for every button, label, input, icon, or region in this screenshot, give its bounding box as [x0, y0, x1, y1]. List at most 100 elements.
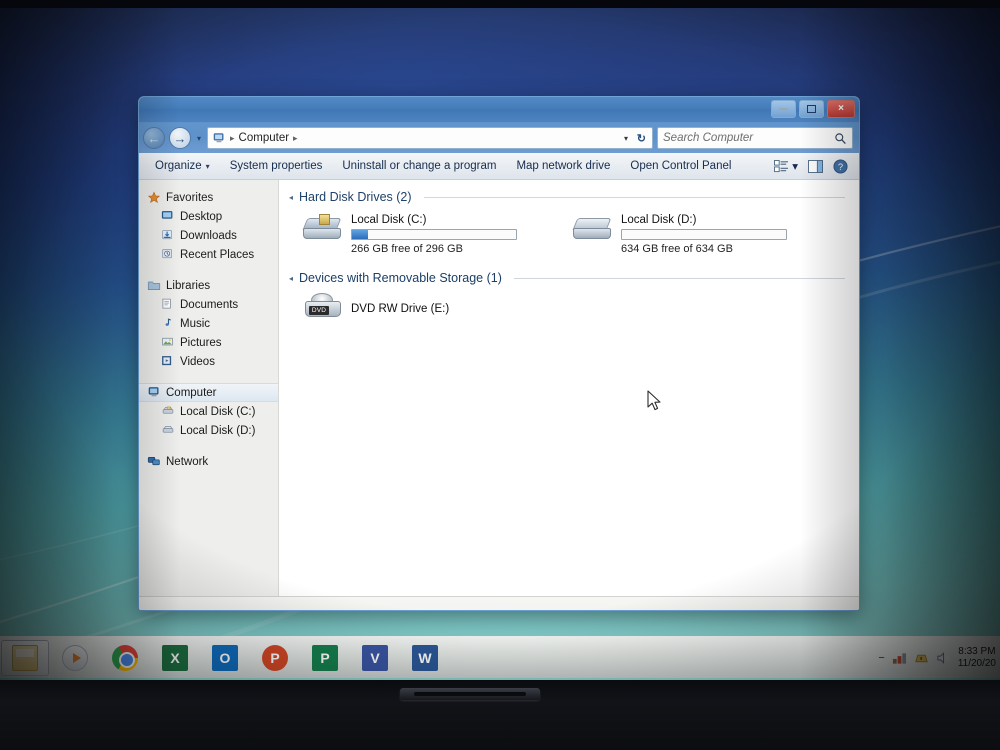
taskbar-item-google-chrome[interactable]	[101, 640, 149, 676]
sidebar-item-videos[interactable]: Videos	[139, 352, 278, 371]
preview-pane-icon	[808, 159, 823, 173]
sidebar-item-music[interactable]: Music	[139, 314, 278, 333]
drive-usage-c: 266 GB free of 296 GB	[351, 243, 463, 255]
taskbar-item-visio[interactable]: V	[351, 640, 399, 676]
sidebar-item-local-disk-c[interactable]: Local Disk (C:)	[139, 402, 278, 421]
sidebar-label-documents: Documents	[180, 298, 239, 311]
arrow-cursor	[647, 390, 661, 411]
group-header-hard-disk-drives[interactable]: ◂ Hard Disk Drives (2)	[289, 190, 845, 204]
organize-button[interactable]: Organize ▾	[145, 157, 220, 175]
status-text-block: THIS-PC Workgroup: WORKGROUP Memory: 4.0…	[197, 610, 509, 612]
sidebar-label-recent-places: Recent Places	[180, 248, 255, 261]
documents-icon	[161, 298, 175, 311]
chevron-down-icon: ▾	[205, 162, 210, 171]
content-pane[interactable]: ◂ Hard Disk Drives (2) Local Disk (C:) 2…	[279, 180, 859, 596]
file-explorer-window[interactable]: × ← → ▾ ▸ Computer ▸ ▾ ↻ Search Computer…	[138, 96, 860, 611]
action-center-icon[interactable]	[914, 651, 929, 665]
taskbar[interactable]: X O P P V W − 8:33 PM 11/20/20	[0, 636, 1000, 678]
device-item-dvd-rw-drive[interactable]: DVD DVD RW Drive (E:)	[289, 287, 845, 325]
show-hidden-icons-button[interactable]: −	[878, 652, 884, 664]
taskbar-item-file-explorer[interactable]	[1, 639, 49, 676]
search-placeholder: Search Computer	[663, 132, 754, 144]
search-box[interactable]: Search Computer	[657, 127, 853, 149]
sidebar-item-documents[interactable]: Documents	[139, 295, 278, 314]
hard-drive-icon-d	[161, 424, 175, 437]
navigation-pane[interactable]: Favorites Desktop Downloads Recent Place…	[139, 180, 279, 596]
taskbar-item-excel[interactable]: X	[151, 640, 199, 676]
drive-item-local-disk-c[interactable]: Local Disk (C:) 266 GB free of 296 GB	[302, 214, 553, 255]
capacity-bar-fill-c	[352, 230, 369, 239]
computer-monitor-icon	[151, 611, 185, 612]
map-network-drive-button[interactable]: Map network drive	[506, 157, 620, 175]
sidebar-item-computer[interactable]: Computer	[139, 383, 278, 402]
sidebar-label-pictures: Pictures	[180, 336, 222, 349]
collapse-triangle-icon-hdd[interactable]: ◂	[289, 193, 293, 202]
sidebar-group-libraries[interactable]: Libraries	[139, 276, 278, 295]
refresh-icon[interactable]: ↻	[637, 132, 646, 145]
breadcrumb-computer[interactable]: Computer	[239, 132, 290, 144]
outlook-icon: O	[212, 644, 238, 671]
system-tray[interactable]: − 8:33 PM 11/20/20	[878, 637, 1000, 679]
sidebar-item-local-disk-d[interactable]: Local Disk (D:)	[139, 421, 278, 440]
sidebar-item-downloads[interactable]: Downloads	[139, 226, 278, 245]
help-button[interactable]: ?	[828, 157, 853, 176]
address-bar[interactable]: ▸ Computer ▸ ▾ ↻	[207, 127, 653, 149]
open-control-panel-button[interactable]: Open Control Panel	[620, 157, 741, 175]
sidebar-label-local-disk-d: Local Disk (D:)	[180, 424, 256, 437]
address-bar-row: ← → ▾ ▸ Computer ▸ ▾ ↻ Search Computer	[139, 123, 859, 153]
sidebar-item-pictures[interactable]: Pictures	[139, 333, 278, 352]
maximize-button[interactable]	[799, 100, 824, 118]
uninstall-or-change-program-button[interactable]: Uninstall or change a program	[332, 157, 506, 175]
breadcrumb-separator: ▸	[230, 132, 235, 143]
change-view-button[interactable]: ▾	[769, 157, 803, 175]
sidebar-label-computer: Computer	[166, 386, 217, 399]
forward-button[interactable]: →	[169, 127, 191, 149]
taskbar-item-word[interactable]: W	[401, 640, 449, 676]
sidebar-item-network[interactable]: Network	[139, 452, 278, 471]
volume-icon[interactable]	[936, 651, 951, 665]
breadcrumb-separator-end[interactable]: ▸	[293, 133, 298, 144]
minimize-button[interactable]	[771, 100, 796, 118]
taskbar-item-outlook[interactable]: O	[201, 640, 249, 676]
group-title-hard-disk-drives: Hard Disk Drives (2)	[299, 190, 412, 204]
publisher-icon: P	[312, 644, 338, 671]
system-properties-button[interactable]: System properties	[220, 157, 333, 175]
view-options-icon	[774, 159, 789, 172]
sidebar-label-libraries: Libraries	[166, 279, 211, 292]
visio-icon: V	[362, 644, 388, 671]
taskbar-item-windows-media-player[interactable]	[51, 640, 99, 676]
close-button[interactable]: ×	[827, 100, 855, 118]
recent-pages-dropdown[interactable]: ▾	[195, 134, 203, 143]
recent-places-icon	[161, 248, 175, 261]
preview-pane-button[interactable]	[803, 158, 828, 175]
taskbar-item-powerpoint[interactable]: P	[251, 640, 299, 676]
status-memory-line: Memory: 4.00 GB	[422, 610, 508, 611]
drive-item-local-disk-d[interactable]: Local Disk (D:) 634 GB free of 634 GB	[572, 214, 823, 255]
clock-date: 11/20/20	[957, 658, 996, 669]
laptop-photo: × ← → ▾ ▸ Computer ▸ ▾ ↻ Search Computer…	[0, 0, 1000, 750]
group-header-removable-storage[interactable]: ◂ Devices with Removable Storage (1)	[289, 271, 845, 285]
dvd-badge: DVD	[309, 306, 329, 315]
status-workgroup-key: Workgroup:	[244, 611, 301, 612]
clock[interactable]: 8:33 PM 11/20/20	[958, 646, 996, 670]
sidebar-label-favorites: Favorites	[166, 191, 214, 204]
back-button[interactable]: ←	[143, 127, 165, 149]
window-controls[interactable]: ×	[771, 100, 855, 118]
chevron-down-icon-view[interactable]: ▾	[792, 159, 798, 173]
sidebar-item-desktop[interactable]: Desktop	[139, 207, 278, 226]
drive-usage-d: 634 GB free of 634 GB	[621, 243, 733, 255]
videos-icon	[161, 355, 175, 368]
hard-disk-drives-list: Local Disk (C:) 266 GB free of 296 GB Lo…	[289, 206, 845, 259]
sidebar-group-favorites[interactable]: Favorites	[139, 188, 278, 207]
sidebar-label-music: Music	[180, 317, 211, 330]
excel-icon: X	[162, 644, 188, 671]
address-dropdown-caret[interactable]: ▾	[624, 134, 628, 143]
network-icon-tray[interactable]	[892, 651, 907, 665]
taskbar-item-publisher[interactable]: P	[301, 640, 349, 676]
sidebar-label-downloads: Downloads	[180, 229, 237, 242]
computer-icon-sidebar	[147, 386, 161, 399]
window-titlebar[interactable]: ×	[139, 97, 859, 123]
collapse-triangle-icon-removable[interactable]: ◂	[289, 274, 293, 283]
sidebar-item-recent-places[interactable]: Recent Places	[139, 245, 278, 264]
group-divider-hdd	[423, 196, 845, 198]
